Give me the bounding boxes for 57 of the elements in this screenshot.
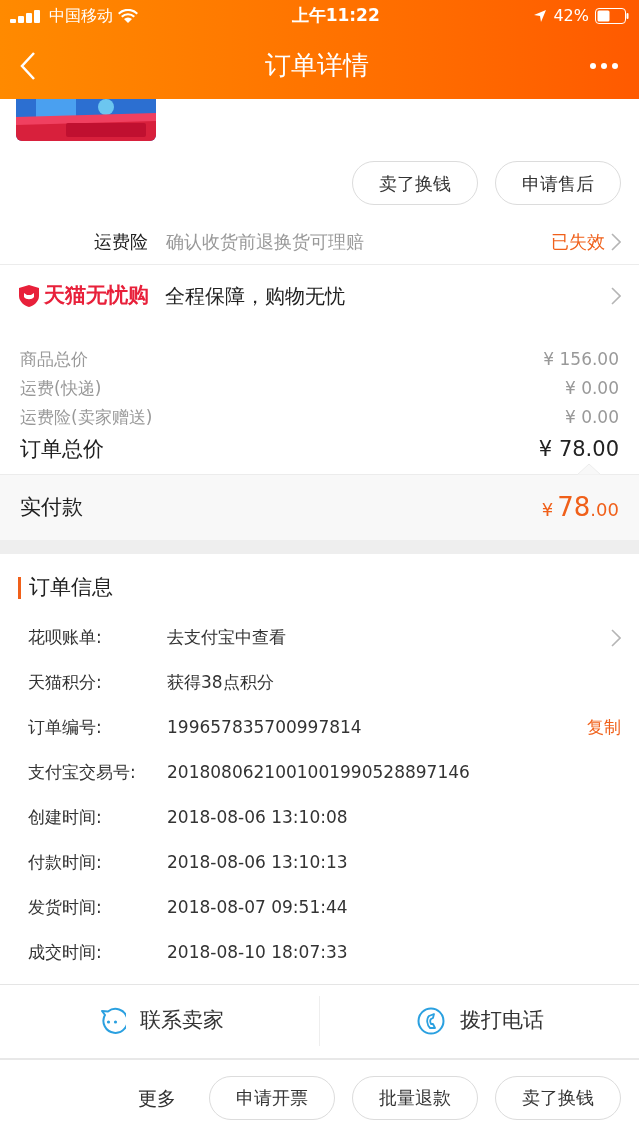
chevron-right-icon xyxy=(611,629,621,647)
more-action-button[interactable]: 申请开票 xyxy=(209,1075,335,1120)
freight-insurance-description: 确认收货前退换货可理赔 xyxy=(166,230,365,254)
price-value: ¥ 78.00 xyxy=(538,436,619,464)
price-label: 运费(快递) xyxy=(20,376,102,400)
info-value: 获得38点积分 xyxy=(167,671,275,695)
info-label: 成交时间: xyxy=(28,941,103,965)
guarantee-row[interactable]: 天猫无忧购 全程保障，购物无忧 xyxy=(0,265,639,327)
info-value: 2018080621001001990528897146 xyxy=(167,761,471,785)
location-arrow-icon xyxy=(533,9,548,23)
info-label: 发货时间: xyxy=(28,896,103,920)
info-value: 2018-08-06 13:10:13 xyxy=(167,851,349,875)
price-label: 运费险(卖家赠送) xyxy=(20,405,153,429)
more-action-button[interactable]: 卖了换钱 xyxy=(495,1075,621,1120)
action-button[interactable]: 申请售后 xyxy=(495,161,621,205)
guarantee-brand: 天猫无忧购 xyxy=(44,282,149,310)
info-value: 2018-08-10 18:07:33 xyxy=(167,941,349,965)
more-label: 更多 xyxy=(138,1085,176,1111)
info-value: 2018-08-06 13:10:08 xyxy=(167,806,349,830)
guarantee-text: 全程保障，购物无忧 xyxy=(165,283,346,310)
wifi-icon xyxy=(118,8,138,24)
section-accent-bar xyxy=(18,576,21,599)
info-label: 支付宝交易号: xyxy=(28,761,137,785)
info-label: 付款时间: xyxy=(28,851,103,875)
contact-button[interactable]: 联系卖家 xyxy=(0,996,319,1046)
info-value: 199657835700997814 xyxy=(167,716,363,740)
paid-label: 实付款 xyxy=(20,493,83,521)
info-value: 2018-08-07 09:51:44 xyxy=(167,896,349,920)
price-value: ¥ 0.00 xyxy=(564,405,619,429)
more-dots-icon xyxy=(590,62,618,69)
freight-insurance-row[interactable]: 运费险 确认收货前退换货可理赔 已失效 xyxy=(0,219,639,265)
info-label: 订单编号: xyxy=(28,716,103,740)
chevron-right-icon xyxy=(611,232,621,251)
info-label: 创建时间: xyxy=(28,806,103,830)
page-title: 订单详情 xyxy=(264,49,369,82)
back-icon xyxy=(20,50,36,81)
more-action-button[interactable]: 批量退款 xyxy=(352,1075,478,1120)
price-value: ¥ 0.00 xyxy=(564,376,619,400)
price-label: 订单总价 xyxy=(20,436,104,464)
freight-insurance-status: 已失效 xyxy=(551,230,605,254)
chevron-right-icon xyxy=(611,287,621,305)
phone-icon xyxy=(415,1006,446,1036)
price-label: 商品总价 xyxy=(20,347,88,371)
battery-percent: 42% xyxy=(553,5,589,27)
contact-button[interactable]: 拨打电话 xyxy=(319,996,639,1046)
section-title: 订单信息 xyxy=(29,574,113,601)
price-value: ¥ 156.00 xyxy=(543,347,619,371)
info-label: 花呗账单: xyxy=(28,626,103,650)
shield-logo-icon xyxy=(18,284,40,308)
status-time: 上午11:22 xyxy=(291,4,380,28)
action-button[interactable]: 卖了换钱 xyxy=(352,161,478,205)
paid-amount: ¥78.00 xyxy=(541,491,619,524)
freight-insurance-label: 运费险 xyxy=(94,230,148,254)
info-label: 天猫积分: xyxy=(28,671,103,695)
carrier-name: 中国移动 xyxy=(49,5,113,27)
battery-icon xyxy=(595,8,629,24)
info-value: 去支付宝中查看 xyxy=(167,626,287,650)
